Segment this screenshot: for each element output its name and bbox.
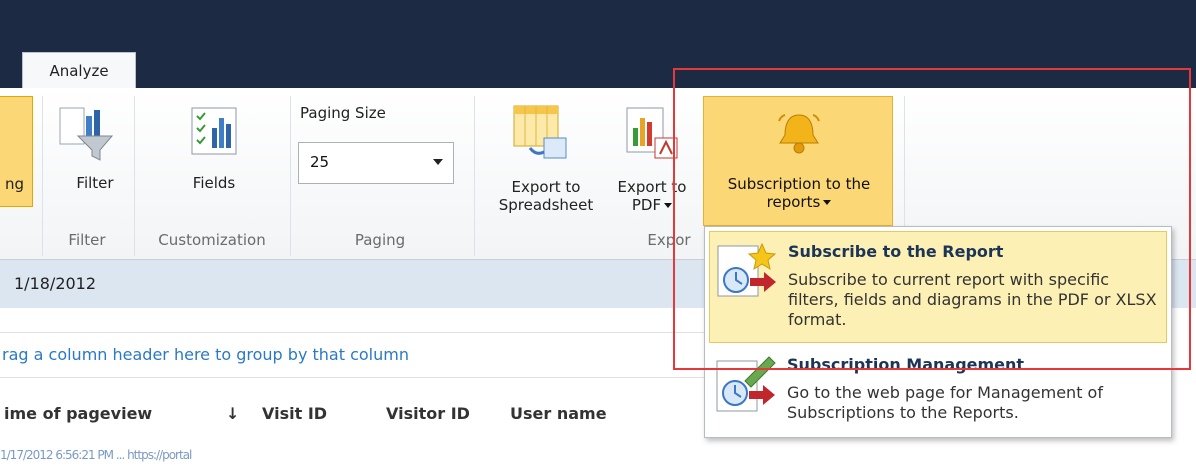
group-label-paging: Paging xyxy=(354,231,406,249)
paging-size-label: Paging Size xyxy=(300,104,386,122)
menu-item-subscription-management[interactable]: Subscription Management Go to the web pa… xyxy=(709,351,1167,433)
menu-item-description: Subscribe to current report with specifi… xyxy=(788,270,1157,329)
subscription-management-icon xyxy=(716,356,776,412)
filter-icon xyxy=(59,107,114,161)
chevron-down-icon xyxy=(433,159,443,165)
table-row: 1/17/2012 6:56:21 PM ... https://portal xyxy=(0,448,192,462)
subscribe-report-icon xyxy=(717,242,777,297)
column-header-visit-id[interactable]: Visit ID xyxy=(262,404,327,423)
column-header-time[interactable]: ime of pageview xyxy=(4,404,152,423)
export-spreadsheet-label-2: Spreadsheet xyxy=(498,196,594,214)
spreadsheet-icon xyxy=(513,105,567,159)
filter-button[interactable]: Filter xyxy=(70,174,120,192)
subscription-dropdown-menu: Subscribe to the Report Subscribe to cur… xyxy=(704,226,1172,438)
group-by-hint-text: rag a column header here to group by tha… xyxy=(2,345,409,364)
export-spreadsheet-label-1: Export to xyxy=(511,178,581,196)
group-separator xyxy=(42,96,43,256)
menu-item-title: Subscription Management xyxy=(787,355,1025,374)
tab-analyze[interactable]: Analyze xyxy=(22,52,136,90)
subscription-label-1: Subscription to the xyxy=(727,175,871,193)
paging-size-select[interactable]: 25 xyxy=(298,142,454,184)
paging-size-value: 25 xyxy=(310,153,330,171)
chevron-down-icon xyxy=(664,203,673,208)
group-label-filter: Filter xyxy=(68,231,106,249)
sort-arrow-icon[interactable]: ↓ xyxy=(226,404,239,423)
previous-ribbon-button-label: ng xyxy=(4,175,24,193)
export-pdf-label-1: Export to xyxy=(617,178,687,196)
subscription-label-2: reports xyxy=(766,193,821,211)
fields-button[interactable]: Fields xyxy=(182,174,246,192)
report-date: 1/18/2012 xyxy=(14,274,97,293)
group-by-hint[interactable]: rag a column header here to group by tha… xyxy=(0,332,710,378)
previous-ribbon-button[interactable]: ng xyxy=(0,96,33,207)
menu-item-description: Go to the web page for Management of Sub… xyxy=(787,383,1103,422)
menu-item-title: Subscribe to the Report xyxy=(788,242,1004,261)
group-separator xyxy=(134,96,135,256)
chevron-down-icon xyxy=(823,200,832,205)
export-pdf-label-2: PDF xyxy=(631,196,662,214)
subscription-reports-label: Subscription to the reports xyxy=(704,175,894,211)
group-label-export: Expor xyxy=(647,231,691,249)
bell-icon xyxy=(778,114,820,154)
export-spreadsheet-button[interactable]: Export to Spreadsheet xyxy=(490,178,602,214)
export-pdf-button[interactable]: Export to PDF xyxy=(604,178,700,214)
fields-icon xyxy=(191,107,237,155)
top-bar xyxy=(0,0,1196,88)
subscription-reports-button[interactable]: Subscription to the reports xyxy=(703,96,893,226)
column-header-visitor-id[interactable]: Visitor ID xyxy=(386,404,470,423)
menu-item-subscribe-report[interactable]: Subscribe to the Report Subscribe to cur… xyxy=(709,231,1167,343)
group-separator xyxy=(290,96,291,256)
pdf-export-icon xyxy=(626,107,678,159)
group-label-customization: Customization xyxy=(158,231,266,249)
group-separator xyxy=(474,96,475,256)
column-header-user-name[interactable]: User name xyxy=(510,404,607,423)
